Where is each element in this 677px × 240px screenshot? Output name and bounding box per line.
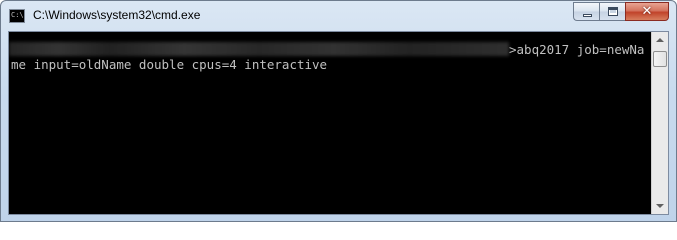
vertical-scrollbar[interactable]	[651, 32, 668, 214]
title-bar[interactable]: C:\ C:\Windows\system32\cmd.exe ✕	[1, 1, 676, 31]
scroll-down-arrow-icon	[656, 204, 664, 208]
close-icon: ✕	[641, 4, 653, 19]
minimize-button[interactable]	[573, 2, 599, 21]
caption-buttons: ✕	[573, 2, 669, 21]
console-area[interactable]: >abq2017 job=newNa me input=oldName doub…	[8, 31, 669, 215]
cmd-window: C:\ C:\Windows\system32\cmd.exe ✕ >abq20…	[0, 0, 677, 222]
console-line-1: >abq2017 job=newNa	[509, 42, 645, 57]
scroll-thumb[interactable]	[653, 51, 667, 67]
redacted-prompt-path	[9, 42, 509, 56]
maximize-icon	[608, 7, 618, 16]
close-button[interactable]: ✕	[625, 2, 669, 21]
scroll-down-button[interactable]	[652, 197, 668, 214]
console-output[interactable]: >abq2017 job=newNa me input=oldName doub…	[9, 32, 651, 214]
cmd-icon-text: C:\	[11, 11, 24, 19]
scroll-up-arrow-icon	[656, 38, 664, 42]
window-title: C:\Windows\system32\cmd.exe	[33, 8, 201, 22]
cmd-icon[interactable]: C:\	[9, 9, 25, 23]
minimize-icon	[583, 14, 592, 17]
scroll-up-button[interactable]	[652, 32, 668, 49]
console-line-2: me input=oldName double cpus=4 interacti…	[11, 57, 328, 72]
maximize-button[interactable]	[599, 2, 625, 21]
